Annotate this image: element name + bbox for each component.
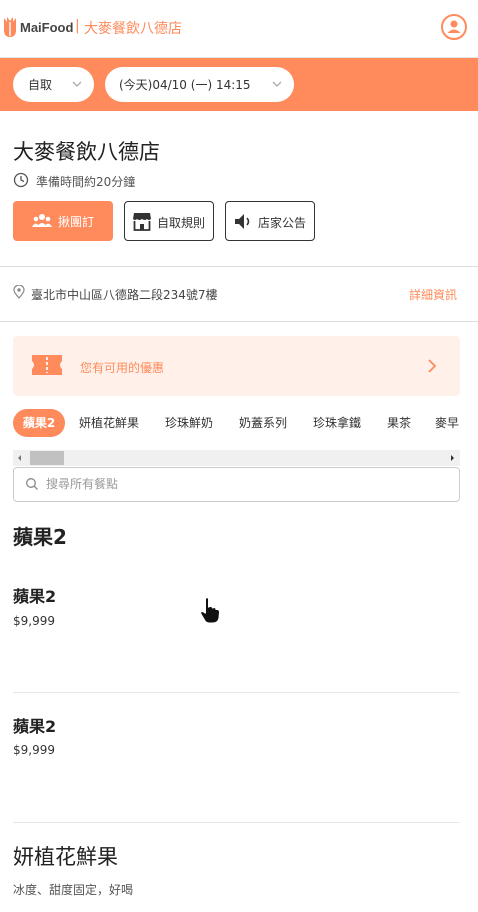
category-tab[interactable]: 果茶 [387,409,411,437]
pickup-rules-button[interactable]: 自取規則 [124,201,214,241]
category-tab[interactable]: 珍珠拿鐵 [313,409,361,437]
clock-icon [13,172,29,188]
user-icon [447,20,461,33]
scroll-right-arrow-icon[interactable] [446,450,460,466]
divider [0,321,478,322]
menu-item-name[interactable]: 蘋果2 [13,583,56,607]
store-name: 大麥餐飲八德店 [13,140,160,164]
category-tabs: 蘋果2 妍植花鮮果 珍珠鮮奶 奶蓋系列 珍珠拿鐵 果茶 麥早 [0,405,462,441]
logo-text[interactable]: MaiFood [20,20,73,35]
hand-cursor-icon [200,597,221,624]
speaker-icon [235,214,250,229]
search-icon [26,478,38,490]
menu-section-title: 妍植花鮮果 [13,845,118,869]
divider [0,266,478,267]
item-divider [13,822,460,823]
chevron-down-icon [272,81,282,87]
pickup-time-select[interactable]: (今天)04/10 (一) 14:15 [105,67,294,102]
location-pin-icon [13,285,25,299]
store-icon [133,213,151,231]
category-tab[interactable]: 妍植花鮮果 [79,409,139,437]
search-input[interactable] [46,474,446,494]
group-order-button[interactable]: 揪團訂 [13,201,113,241]
scrollbar-thumb[interactable] [30,451,64,465]
menu-section-description: 冰度、甜度固定，好喝 [13,883,134,897]
item-divider [13,692,460,693]
store-details-link[interactable]: 詳細資訊 [409,286,457,303]
order-mode-value: 自取 [28,78,53,92]
category-tab[interactable]: 奶蓋系列 [239,409,287,437]
horizontal-scrollbar[interactable] [13,450,460,466]
category-tab[interactable]: 珍珠鮮奶 [165,409,213,437]
coupon-text: 您有可用的優惠 [80,361,165,375]
prep-time: 準備時間約20分鐘 [36,175,136,189]
header-store-name: 大麥餐飲八德店 [84,21,182,37]
category-tab[interactable]: 蘋果2 [13,409,65,437]
store-announcement-label: 店家公告 [258,216,307,230]
menu-item-price: $9,999 [13,614,55,628]
pickup-time-value: (今天)04/10 (一) 14:15 [119,78,251,92]
pickup-rules-label: 自取規則 [157,216,206,230]
store-address: 臺北市中山區八德路二段234號7樓 [31,288,218,302]
menu-section-title: 蘋果2 [13,525,67,549]
account-button[interactable] [441,14,467,40]
logo-icon [4,17,16,37]
group-order-label: 揪團訂 [58,215,95,229]
chevron-right-icon [428,359,437,373]
order-mode-select[interactable]: 自取 [13,67,94,102]
ticket-icon [32,355,62,375]
chevron-down-icon [72,81,82,87]
menu-item-price: $9,999 [13,743,55,757]
group-icon [32,214,52,227]
logo-separator: | [75,18,80,34]
store-announcement-button[interactable]: 店家公告 [225,201,315,241]
category-tab[interactable]: 麥早 [435,409,459,437]
menu-item-name[interactable]: 蘋果2 [13,713,56,737]
scroll-left-arrow-icon[interactable] [13,450,27,466]
